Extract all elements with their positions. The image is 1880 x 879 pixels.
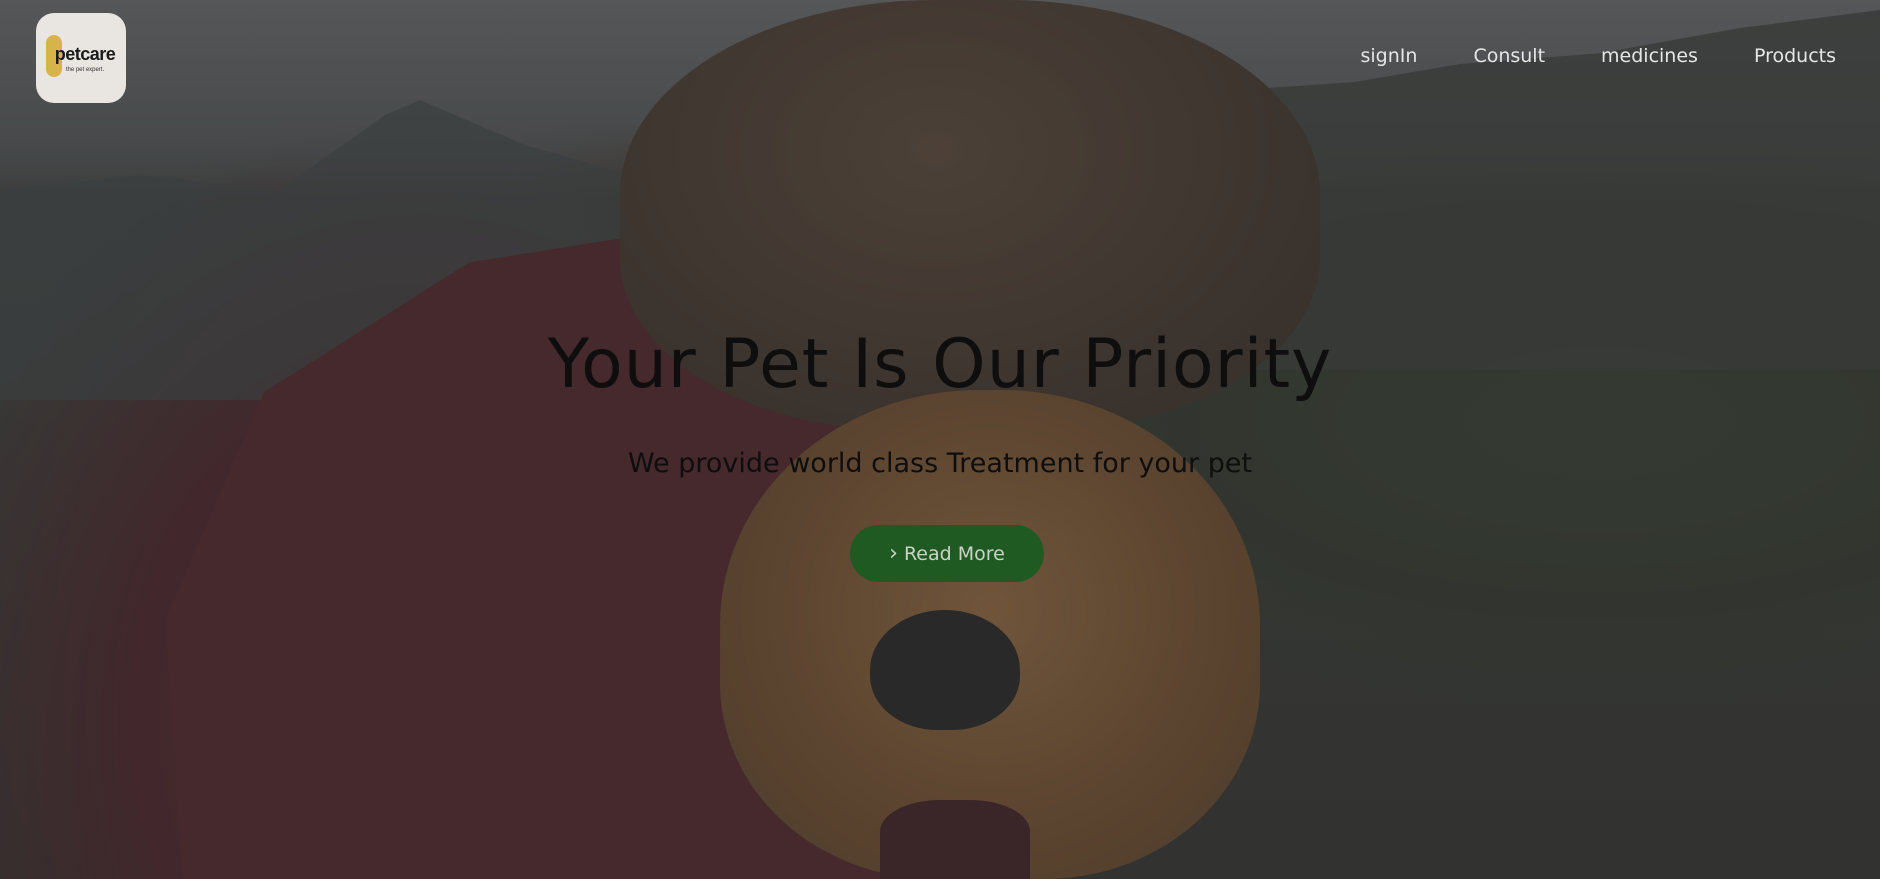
nav-item-products[interactable]: Products: [1754, 45, 1836, 67]
logo-text: petcare: [54, 43, 116, 64]
read-more-label: Read More: [903, 542, 1005, 565]
petcare-logo[interactable]: petcare the pet expert.: [36, 13, 126, 103]
main-nav: signIn Consult medicines Products: [1305, 45, 1837, 67]
nav-item-medicines[interactable]: medicines: [1601, 45, 1698, 67]
nav-item-signin[interactable]: signIn: [1361, 45, 1418, 67]
hero-title: Your Pet Is Our Priority: [547, 325, 1333, 404]
hero-section: petcare the pet expert. signIn Consult m…: [0, 0, 1880, 879]
dark-overlay: [0, 0, 1880, 879]
read-more-button[interactable]: › Read More: [850, 525, 1044, 582]
hero-subtitle: We provide world class Treatment for you…: [627, 448, 1253, 479]
logo-tagline: the pet expert.: [65, 66, 105, 73]
nav-item-consult[interactable]: Consult: [1473, 45, 1545, 67]
chevron-right-icon: ›: [889, 540, 898, 566]
